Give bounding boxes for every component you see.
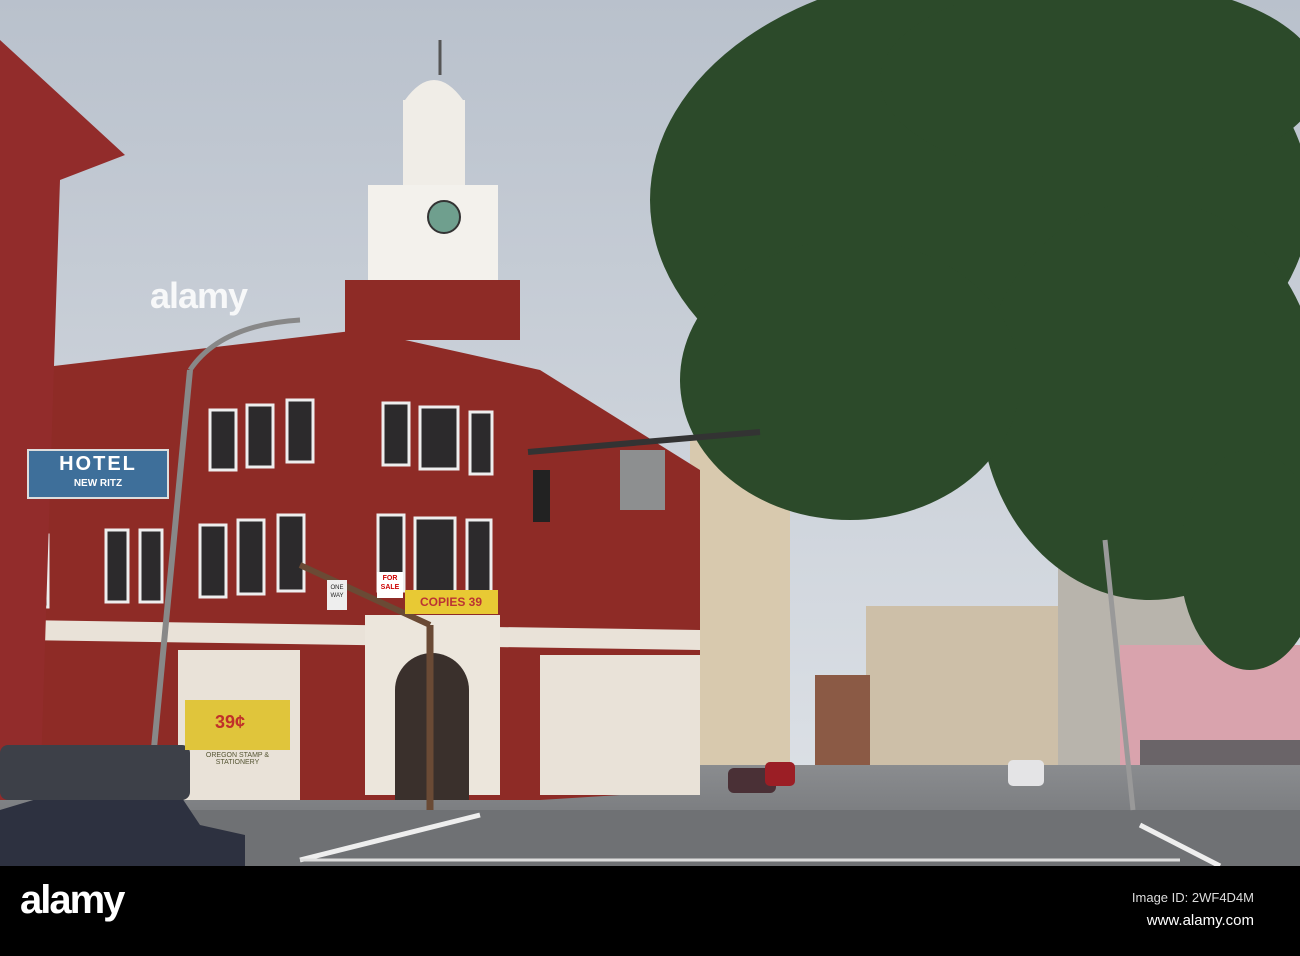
clock-face <box>427 200 461 234</box>
clock-tower-base <box>345 280 520 340</box>
hotel-sign-title: HOTEL <box>59 453 137 475</box>
one-way-sign: ONE WAY <box>330 585 344 599</box>
van <box>0 745 190 800</box>
image-id: Image ID: 2WF4D4M <box>1131 890 1254 905</box>
beige-building-far <box>866 606 1066 766</box>
traffic-light <box>533 470 550 522</box>
photo-scene <box>0 0 1300 869</box>
copies-banner: COPIES 39 <box>420 595 483 609</box>
watermark-bar: alamy Image ID: 2WF4D4M www.alamy.com <box>0 866 1300 956</box>
street-photo: HOTEL NEW RITZ FOR SALE ONE WAY COPIES 3… <box>0 0 1300 869</box>
alamy-url[interactable]: www.alamy.com <box>1147 912 1254 929</box>
watermark-logo: alamy <box>150 275 248 316</box>
alamy-logo: alamy <box>20 878 125 922</box>
hotel-sign-subtitle: NEW RITZ <box>73 478 123 489</box>
window-price: 39¢ <box>215 712 246 732</box>
store-name: OREGON STAMP & STATIONERY <box>205 752 270 766</box>
for-sale-sign: FOR SALE <box>380 575 400 591</box>
